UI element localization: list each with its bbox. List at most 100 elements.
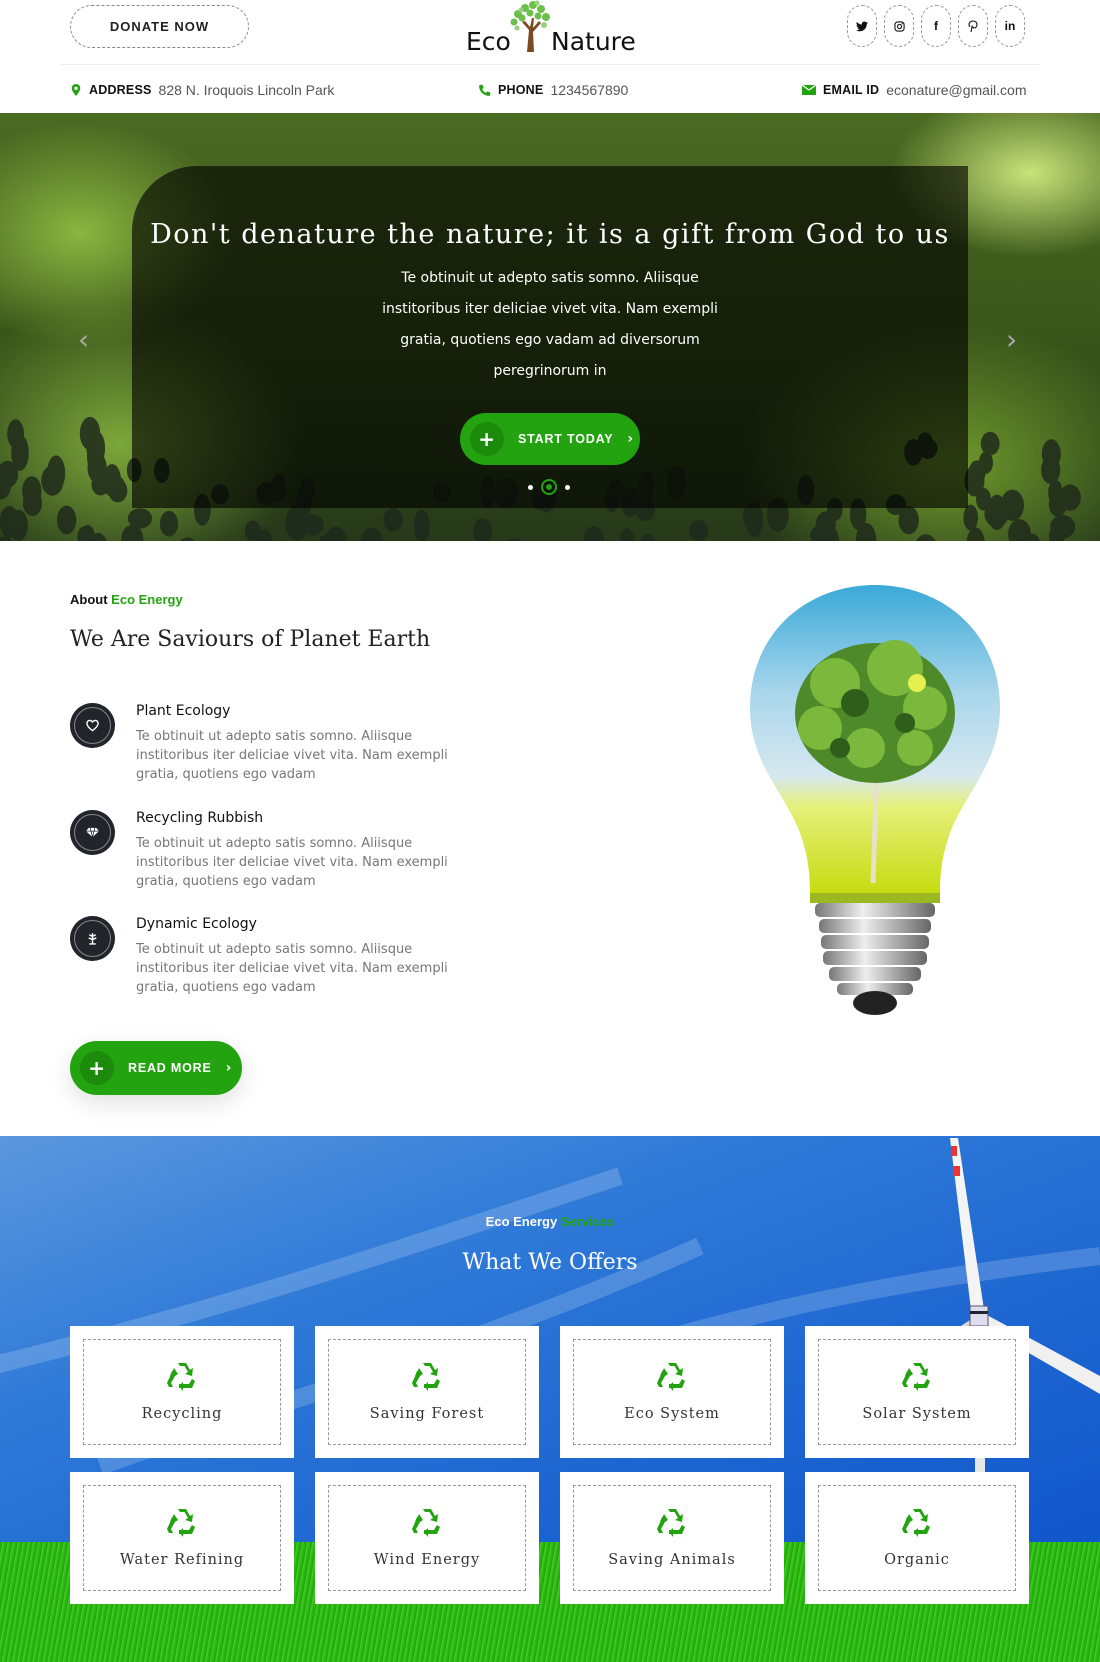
broccoli-bud (984, 500, 1009, 528)
phone-label: PHONE (498, 83, 544, 97)
broccoli-bud (8, 509, 28, 541)
recycle-icon (902, 1509, 930, 1537)
logo-text-nature: Nature (551, 27, 636, 56)
pinterest-icon (968, 19, 978, 32)
recycle-icon (902, 1363, 930, 1391)
logo-text-eco: Eco (466, 27, 511, 56)
service-card-water-refining[interactable]: Water Refining (70, 1472, 294, 1604)
recycle-icon (167, 1509, 195, 1537)
recycle-icon (412, 1363, 440, 1391)
feature-text: Te obtinuit ut adepto satis somno. Aliis… (136, 729, 448, 782)
broccoli-bud (7, 419, 24, 449)
service-card-saving-animals[interactable]: Saving Animals (560, 1472, 784, 1604)
linkedin-link[interactable]: in (995, 5, 1025, 47)
address-label: ADDRESS (89, 83, 152, 97)
about-eyebrow-accent: Eco Energy (111, 592, 183, 607)
broccoli-bud (413, 509, 430, 541)
start-today-button[interactable]: + START TODAY › (460, 413, 640, 465)
phone-value[interactable]: 1234567890 (550, 82, 628, 98)
about-title: We Are Saviours of Planet Earth (70, 627, 431, 652)
read-more-label: READ MORE (128, 1061, 212, 1075)
service-card-solar-system[interactable]: Solar System (805, 1326, 1029, 1458)
service-card-eco-system[interactable]: Eco System (560, 1326, 784, 1458)
service-card-recycling[interactable]: Recycling (70, 1326, 294, 1458)
read-more-button[interactable]: + READ MORE › (70, 1041, 242, 1095)
contact-address: ADDRESS 828 N. Iroquois Lincoln Park (70, 82, 334, 98)
feature-text: Te obtinuit ut adepto satis somno. Aliis… (136, 942, 448, 995)
pinterest-link[interactable] (958, 5, 988, 47)
service-card-saving-forest[interactable]: Saving Forest (315, 1326, 539, 1458)
service-card-label: Recycling (141, 1406, 223, 1422)
feature-title: Recycling Rubbish (136, 810, 264, 826)
facebook-link[interactable]: f (921, 5, 951, 47)
broccoli-bud (1050, 515, 1076, 539)
service-card-border: Recycling (83, 1339, 281, 1445)
instagram-link[interactable] (884, 5, 914, 47)
services-eyebrow: Eco Energy Services (0, 1214, 1100, 1229)
service-card-label: Saving Animals (608, 1552, 736, 1568)
carousel-indicators (528, 479, 570, 495)
leaf-icon (88, 933, 97, 945)
broccoli-bud (22, 476, 42, 505)
carousel-dot-3[interactable] (565, 484, 570, 490)
feature-icon-circle (70, 703, 115, 748)
service-card-label: Eco System (624, 1406, 720, 1422)
broccoli-bud (127, 508, 153, 529)
social-links: f in (847, 5, 1025, 47)
twitter-link[interactable] (847, 5, 877, 47)
about-eyebrow: About Eco Energy (70, 592, 183, 607)
broccoli-bud (47, 455, 66, 491)
carousel-prev-arrow[interactable]: ‹ (78, 323, 89, 356)
carousel-next-arrow[interactable]: › (1006, 323, 1017, 356)
heart-icon (86, 719, 99, 732)
service-card-label: Organic (884, 1552, 950, 1568)
recycle-icon (412, 1509, 440, 1537)
feature-text: Te obtinuit ut adepto satis somno. Aliis… (136, 836, 448, 889)
tree-logo-icon (510, 0, 550, 52)
feature-icon-circle (70, 810, 115, 855)
site-header: DONATE NOW Eco Nature f in ADDRESS 828 N… (0, 0, 1100, 113)
contact-phone: PHONE 1234567890 (479, 82, 628, 98)
contact-email: EMAIL ID econature@gmail.com (802, 82, 1027, 98)
broccoli-bud (91, 474, 110, 496)
broccoli-bud (473, 518, 493, 541)
service-card-wind-energy[interactable]: Wind Energy (315, 1472, 539, 1604)
service-card-border: Saving Animals (573, 1485, 771, 1591)
broccoli-bud (916, 534, 936, 541)
service-card-border: Eco System (573, 1339, 771, 1445)
services-title: What We Offers (462, 1250, 638, 1275)
service-card-organic[interactable]: Organic (805, 1472, 1029, 1604)
recycle-icon (657, 1363, 685, 1391)
carousel-dot-2-active[interactable] (541, 479, 557, 495)
broccoli-bud (360, 527, 383, 541)
carousel-dot-1[interactable] (528, 484, 533, 490)
broccoli-bud (583, 526, 605, 541)
start-today-label: START TODAY (518, 432, 614, 446)
broccoli-bud (1048, 491, 1067, 517)
service-card-label: Saving Forest (369, 1406, 485, 1422)
broccoli-bud (980, 431, 1000, 456)
phone-icon (479, 84, 491, 96)
lightbulb-tree-image (750, 585, 1000, 1015)
hero-description: Te obtinuit ut adepto satis somno. Aliis… (382, 270, 718, 379)
email-value[interactable]: econature@gmail.com (886, 82, 1026, 98)
services-section: Eco Energy Services What We Offers Recyc… (0, 1136, 1100, 1662)
service-card-label: Wind Energy (373, 1552, 481, 1568)
broccoli-bud (689, 519, 709, 541)
logo[interactable]: Eco Nature (466, 0, 636, 58)
donate-now-button[interactable]: DONATE NOW (70, 5, 249, 48)
hero-title: Don't denature the nature; it is a gift … (150, 219, 950, 250)
service-card-border: Wind Energy (328, 1485, 526, 1591)
service-card-label: Solar System (862, 1406, 972, 1422)
broccoli-bud (180, 537, 195, 541)
broccoli-bud (383, 507, 403, 532)
broccoli-bud (159, 510, 179, 537)
chevron-right-icon: › (225, 1060, 233, 1076)
services-eyebrow-plain: Eco Energy (485, 1214, 558, 1229)
broccoli-bud (1041, 456, 1061, 484)
broccoli-bud (506, 538, 521, 541)
plus-icon: + (470, 422, 504, 456)
facebook-icon: f (934, 19, 938, 33)
about-eyebrow-plain: About (70, 592, 108, 607)
feature-title: Plant Ecology (136, 703, 231, 719)
